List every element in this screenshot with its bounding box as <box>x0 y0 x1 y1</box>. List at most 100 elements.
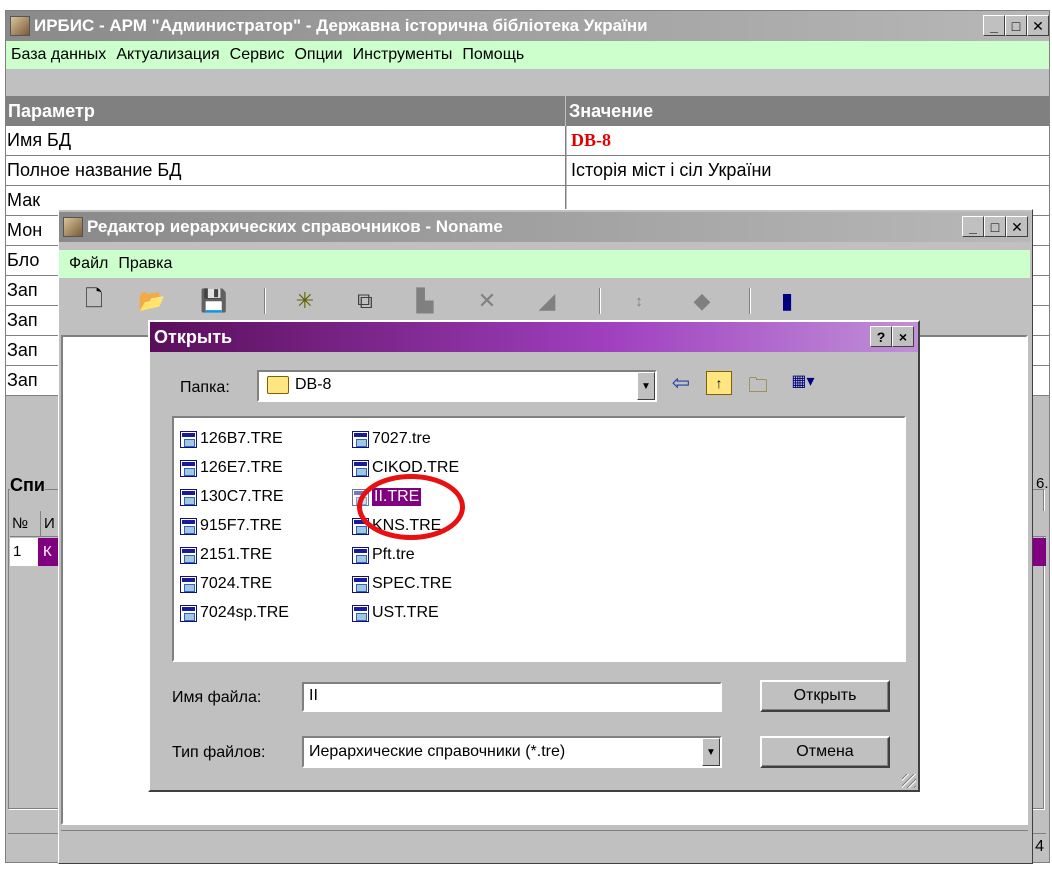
exit-icon[interactable]: ▮ <box>774 288 800 314</box>
editor-menubar: Файл Правка <box>59 250 1030 278</box>
menu-file[interactable]: Файл <box>59 255 113 273</box>
close-icon[interactable]: ✕ <box>1027 15 1049 36</box>
param-row[interactable]: Имя БД DB-8 <box>6 126 1049 156</box>
dialog-title: Открыть <box>154 327 233 347</box>
resize-grip-icon[interactable] <box>902 774 916 788</box>
list-col-no[interactable]: № <box>12 511 28 537</box>
toolbar-separator <box>264 288 266 314</box>
file-name: 7024sp.TRE <box>200 604 289 621</box>
file-item[interactable]: 126B7.TRE <box>180 426 283 452</box>
menu-database[interactable]: База данных <box>6 46 111 64</box>
editor-maximize-icon[interactable]: □ <box>984 216 1006 237</box>
editor-title-bar: Редактор иерархических справочников - No… <box>59 212 1030 242</box>
file-item[interactable]: 126E7.TRE <box>180 455 283 481</box>
highlight-circle <box>357 474 465 540</box>
folder-label: Папка: <box>180 379 230 396</box>
value-cell: Історія міст і сіл України <box>567 156 1049 185</box>
main-window-controls: _ □ ✕ <box>983 15 1049 36</box>
dialog-title-bar: Открыть ? × <box>150 322 918 352</box>
param-grid-header: Параметр Значение <box>6 96 1049 126</box>
file-name: 915F7.TRE <box>200 517 282 534</box>
sort-icon[interactable]: ↕ <box>626 288 652 314</box>
file-name: 7027.tre <box>372 430 431 447</box>
file-name: 7024.TRE <box>200 575 273 592</box>
tre-file-icon <box>180 546 197 564</box>
toolbar-separator <box>749 288 751 314</box>
tre-file-icon <box>352 546 369 564</box>
back-arrow-icon[interactable]: ⇦ <box>668 370 694 396</box>
app-icon <box>10 16 30 36</box>
editor-status-bar <box>61 830 1028 858</box>
file-list[interactable]: 126B7.TRE 126E7.TRE 130C7.TRE 915F7.TRE … <box>172 416 906 662</box>
view-menu-icon[interactable]: ▦▾ <box>786 371 820 395</box>
new-node-icon[interactable]: ✳ <box>292 288 318 314</box>
menu-help[interactable]: Помощь <box>457 46 529 64</box>
filetype-select[interactable]: Иерархические справочники (*.tre) ▼ <box>302 736 722 768</box>
file-item[interactable]: SPEC.TRE <box>352 571 452 597</box>
tre-file-icon <box>180 459 197 477</box>
file-name: 126E7.TRE <box>200 459 283 476</box>
copy-icon[interactable]: ⧉ <box>352 288 378 314</box>
list-group-label: Спи <box>10 475 45 496</box>
new-file-icon[interactable]: 🗋 <box>81 286 107 314</box>
editor-app-icon <box>63 217 83 237</box>
file-item[interactable]: Pft.tre <box>352 542 415 568</box>
file-item[interactable]: 130C7.TRE <box>180 484 284 510</box>
menu-update[interactable]: Актуализация <box>111 46 224 64</box>
chevron-down-icon[interactable]: ▼ <box>637 372 655 400</box>
chevron-down-icon[interactable]: ▼ <box>702 738 720 766</box>
list-col-2[interactable]: И <box>40 511 55 537</box>
value-column-header[interactable]: Значение <box>567 96 1049 126</box>
delete-icon[interactable]: ✕ <box>474 288 500 314</box>
file-item[interactable]: 2151.TRE <box>180 542 272 568</box>
maximize-icon[interactable]: □ <box>1005 15 1027 36</box>
new-folder-icon[interactable]: 🗀 <box>744 371 772 397</box>
right-edge-text: 6. <box>1036 475 1049 492</box>
minimize-icon[interactable]: _ <box>983 15 1005 36</box>
file-item[interactable]: 7027.tre <box>352 426 431 452</box>
list-row-no: 1 <box>10 538 38 566</box>
file-item[interactable]: 7024.TRE <box>180 571 272 597</box>
filename-input[interactable]: II <box>302 682 722 712</box>
folder-icon <box>267 376 289 394</box>
eraser-icon[interactable]: ◆ <box>689 288 715 314</box>
tre-file-icon <box>352 459 369 477</box>
editor-window-controls: _ □ ✕ <box>962 216 1028 237</box>
tre-file-icon <box>180 604 197 622</box>
move-icon[interactable]: ◢ <box>534 288 560 314</box>
tre-file-icon <box>180 488 197 506</box>
file-item[interactable]: 7024sp.TRE <box>180 600 289 626</box>
open-folder-icon[interactable]: 📂 <box>138 288 165 314</box>
up-folder-icon[interactable]: ↑ <box>706 371 732 395</box>
menu-options[interactable]: Опции <box>289 46 347 64</box>
menu-tools[interactable]: Инструменты <box>348 46 458 64</box>
file-item[interactable]: 915F7.TRE <box>180 513 282 539</box>
help-icon[interactable]: ? <box>870 326 892 347</box>
folder-value: DB-8 <box>295 376 332 393</box>
folder-select[interactable]: DB-8 ▼ <box>257 370 657 402</box>
file-name: Pft.tre <box>372 546 415 563</box>
param-column-header[interactable]: Параметр <box>6 96 566 126</box>
filename-label: Имя файла: <box>172 689 262 706</box>
param-row[interactable]: Полное название БД Історія міст і сіл Ук… <box>6 156 1049 186</box>
cancel-button[interactable]: Отмена <box>760 736 890 768</box>
file-name: 130C7.TRE <box>200 488 284 505</box>
file-name: SPEC.TRE <box>372 575 453 592</box>
file-item[interactable]: UST.TRE <box>352 600 439 626</box>
menu-edit[interactable]: Правка <box>113 255 177 273</box>
status-right-text: 4 <box>1035 838 1044 855</box>
value-cell: DB-8 <box>567 126 1049 155</box>
param-cell: Имя БД <box>6 126 566 155</box>
tre-file-icon <box>352 575 369 593</box>
editor-minimize-icon[interactable]: _ <box>962 216 984 237</box>
menu-service[interactable]: Сервис <box>225 46 290 64</box>
editor-close-icon[interactable]: ✕ <box>1006 216 1028 237</box>
dialog-close-icon[interactable]: × <box>892 326 914 347</box>
file-name: 2151.TRE <box>200 546 273 563</box>
tre-file-icon <box>180 430 197 448</box>
tre-file-icon <box>352 430 369 448</box>
file-name: UST.TRE <box>372 604 439 621</box>
paste-icon[interactable]: ▙ <box>412 288 438 314</box>
open-button[interactable]: Открыть <box>760 680 890 712</box>
save-icon[interactable]: 💾 <box>200 288 227 314</box>
